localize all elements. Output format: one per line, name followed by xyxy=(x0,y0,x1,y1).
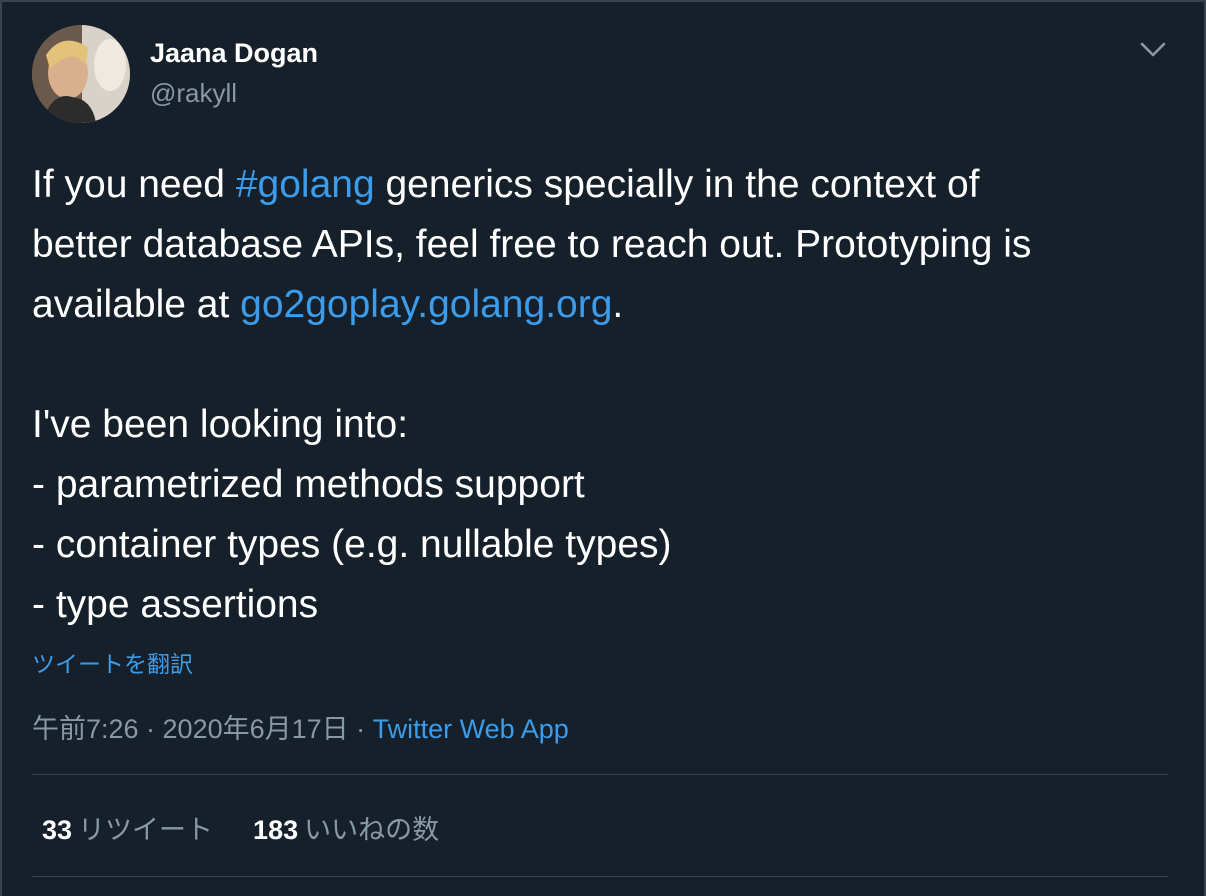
tweet-stats: 33 リツイート 183 いいねの数 xyxy=(42,808,439,847)
tweet-meta: 午前7:26 · 2020年6月17日 · Twitter Web App xyxy=(32,707,569,746)
tweet-text-segment: - container types (e.g. nullable types) xyxy=(32,523,672,566)
tweet-timestamp[interactable]: 午前7:26 · 2020年6月17日 · xyxy=(32,714,373,744)
tweet-text: If you need #golang generics specially i… xyxy=(32,155,1182,635)
tweet-text-segment: - type assertions xyxy=(32,583,319,626)
likes-count: 183 xyxy=(253,815,299,845)
likes-stat[interactable]: 183 いいねの数 xyxy=(253,808,439,847)
source-app-link[interactable]: Twitter Web App xyxy=(373,714,569,744)
user-handle[interactable]: @rakyll xyxy=(150,78,237,109)
tweet-text-segment: If you need xyxy=(32,163,236,206)
tweet-text-segment: I've been looking into: xyxy=(32,403,409,446)
tweet-text-segment: better database APIs, feel free to reach… xyxy=(32,223,1032,266)
hashtag-link[interactable]: #golang xyxy=(236,163,375,206)
tweet-text-segment: available at xyxy=(32,283,241,326)
avatar-image xyxy=(32,25,130,123)
divider xyxy=(32,876,1168,877)
url-link[interactable]: go2goplay.golang.org xyxy=(240,283,612,326)
likes-label: いいねの数 xyxy=(304,815,440,845)
avatar[interactable] xyxy=(32,25,130,123)
tweet-text-segment: generics specially in the context of xyxy=(374,163,980,206)
display-name[interactable]: Jaana Dogan xyxy=(150,38,318,69)
tweet-text-segment: - parametrized methods support xyxy=(32,463,585,506)
retweets-count: 33 xyxy=(42,815,73,845)
translate-tweet-link[interactable]: ツイートを翻訳 xyxy=(32,645,193,679)
divider xyxy=(32,774,1168,775)
chevron-down-icon[interactable] xyxy=(1136,36,1170,64)
tweet-text-segment: . xyxy=(612,283,624,326)
retweets-label: リツイート xyxy=(78,815,214,845)
retweets-stat[interactable]: 33 リツイート xyxy=(42,808,213,847)
